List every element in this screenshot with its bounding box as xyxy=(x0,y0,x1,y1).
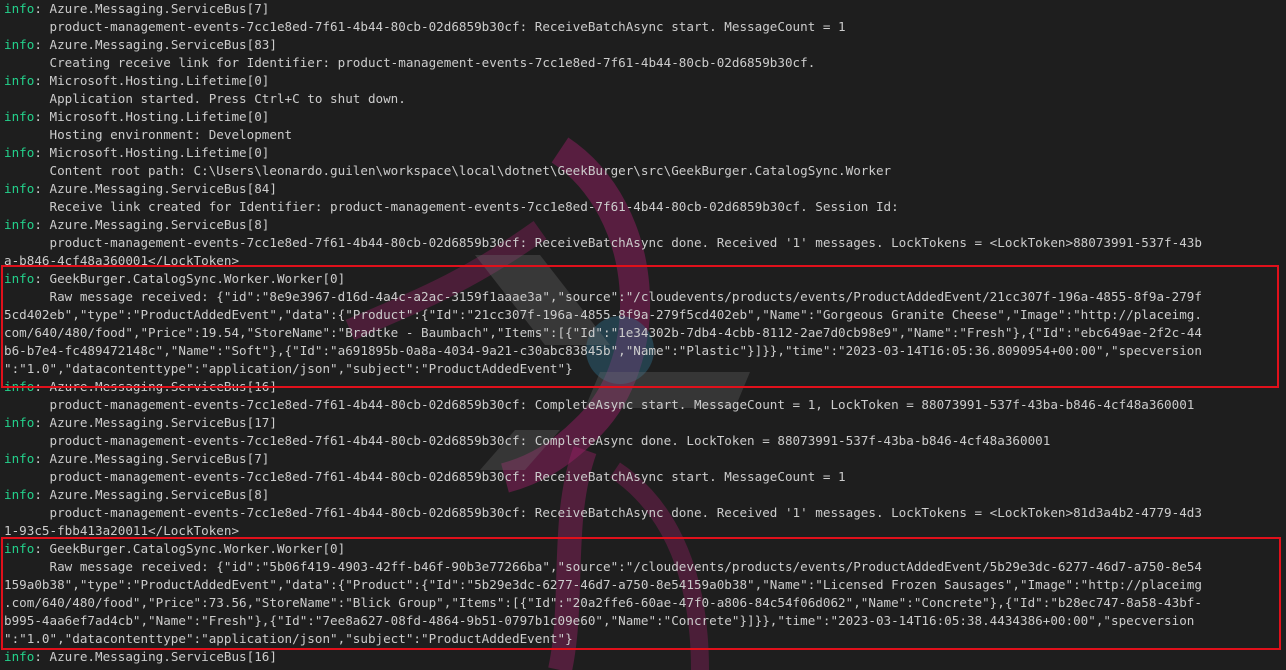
log-line: info: Azure.Messaging.ServiceBus[8] xyxy=(4,486,1286,504)
log-level-label: info xyxy=(4,37,35,52)
log-level-label: info xyxy=(4,73,35,88)
log-message-text: a-b846-4cf48a360001</LockToken> xyxy=(4,253,240,268)
log-message-text: Raw message received: {"id":"5b06f419-49… xyxy=(4,559,1202,574)
log-message-text: product-management-events-7cc1e8ed-7f61-… xyxy=(4,433,1051,448)
log-line: info: Azure.Messaging.ServiceBus[17] xyxy=(4,414,1286,432)
log-message-text: 1-93c5-fbb413a20011</LockToken> xyxy=(4,523,240,538)
log-level-label: info xyxy=(4,649,35,664)
log-line: product-management-events-7cc1e8ed-7f61-… xyxy=(4,234,1286,252)
log-message-text: : Azure.Messaging.ServiceBus[83] xyxy=(34,37,277,52)
log-line: Application started. Press Ctrl+C to shu… xyxy=(4,90,1286,108)
log-message-text: : Azure.Messaging.ServiceBus[16] xyxy=(34,379,277,394)
log-line: product-management-events-7cc1e8ed-7f61-… xyxy=(4,504,1286,522)
log-message-text: : Azure.Messaging.ServiceBus[8] xyxy=(34,217,270,232)
log-line: info: Azure.Messaging.ServiceBus[83] xyxy=(4,36,1286,54)
log-line: com/640/480/food","Price":19.54,"StoreNa… xyxy=(4,324,1286,342)
log-line: ":"1.0","datacontenttype":"application/j… xyxy=(4,360,1286,378)
log-line: Receive link created for Identifier: pro… xyxy=(4,198,1286,216)
log-line: product-management-events-7cc1e8ed-7f61-… xyxy=(4,468,1286,486)
log-line: Creating receive link for Identifier: pr… xyxy=(4,54,1286,72)
log-line: info: Microsoft.Hosting.Lifetime[0] xyxy=(4,72,1286,90)
log-message-text: .com/640/480/food","Price":73.56,"StoreN… xyxy=(4,595,1202,610)
log-message-text: : Azure.Messaging.ServiceBus[7] xyxy=(34,451,270,466)
log-level-label: info xyxy=(4,217,35,232)
log-line: info: Microsoft.Hosting.Lifetime[0] xyxy=(4,144,1286,162)
log-message-text: product-management-events-7cc1e8ed-7f61-… xyxy=(4,235,1202,250)
log-line: 5cd402eb","type":"ProductAddedEvent","da… xyxy=(4,306,1286,324)
log-message-text: : Microsoft.Hosting.Lifetime[0] xyxy=(34,145,270,160)
log-message-text: Content root path: C:\Users\leonardo.gui… xyxy=(4,163,892,178)
log-line: product-management-events-7cc1e8ed-7f61-… xyxy=(4,432,1286,450)
log-level-label: info xyxy=(4,181,35,196)
log-line: info: Microsoft.Hosting.Lifetime[0] xyxy=(4,108,1286,126)
log-message-text: product-management-events-7cc1e8ed-7f61-… xyxy=(4,397,1195,412)
log-line: info: Azure.Messaging.ServiceBus[7] xyxy=(4,0,1286,18)
log-message-text: Hosting environment: Development xyxy=(4,127,293,142)
log-line: info: Azure.Messaging.ServiceBus[16] xyxy=(4,648,1286,666)
log-line: a-b846-4cf48a360001</LockToken> xyxy=(4,252,1286,270)
log-level-label: info xyxy=(4,271,35,286)
log-message-text: : Microsoft.Hosting.Lifetime[0] xyxy=(34,109,270,124)
log-level-label: info xyxy=(4,379,35,394)
log-line: 159a0b38","type":"ProductAddedEvent","da… xyxy=(4,576,1286,594)
log-message-text: : Microsoft.Hosting.Lifetime[0] xyxy=(34,73,270,88)
log-line: .com/640/480/food","Price":73.56,"StoreN… xyxy=(4,594,1286,612)
log-message-text: Receive link created for Identifier: pro… xyxy=(4,199,899,214)
log-level-label: info xyxy=(4,145,35,160)
log-level-label: info xyxy=(4,415,35,430)
log-message-text: ":"1.0","datacontenttype":"application/j… xyxy=(4,631,573,646)
log-line: info: Azure.Messaging.ServiceBus[84] xyxy=(4,180,1286,198)
log-level-label: info xyxy=(4,1,35,16)
log-line: product-management-events-7cc1e8ed-7f61-… xyxy=(4,396,1286,414)
log-line: info: Azure.Messaging.ServiceBus[7] xyxy=(4,450,1286,468)
log-message-text: : GeekBurger.CatalogSync.Worker.Worker[0… xyxy=(34,271,346,286)
log-message-text: Creating receive link for Identifier: pr… xyxy=(4,55,816,70)
log-message-text: Raw message received: {"id":"8e9e3967-d1… xyxy=(4,289,1202,304)
log-line: Raw message received: {"id":"8e9e3967-d1… xyxy=(4,288,1286,306)
log-message-text: product-management-events-7cc1e8ed-7f61-… xyxy=(4,505,1202,520)
log-message-text: : Azure.Messaging.ServiceBus[8] xyxy=(34,487,270,502)
log-message-text: b6-b7e4-fc489472148c","Name":"Soft"},{"I… xyxy=(4,343,1202,358)
log-message-text: : GeekBurger.CatalogSync.Worker.Worker[0… xyxy=(34,541,346,556)
log-message-text: : Azure.Messaging.ServiceBus[17] xyxy=(34,415,277,430)
log-message-text: Application started. Press Ctrl+C to shu… xyxy=(4,91,406,106)
log-level-label: info xyxy=(4,109,35,124)
log-message-text: product-management-events-7cc1e8ed-7f61-… xyxy=(4,469,846,484)
log-message-text: : Azure.Messaging.ServiceBus[84] xyxy=(34,181,277,196)
log-message-text: ":"1.0","datacontenttype":"application/j… xyxy=(4,361,573,376)
log-line: Content root path: C:\Users\leonardo.gui… xyxy=(4,162,1286,180)
log-line: b995-4aa6ef7ad4cb","Name":"Fresh"},{"Id"… xyxy=(4,612,1286,630)
log-line: Raw message received: {"id":"5b06f419-49… xyxy=(4,558,1286,576)
log-line: ":"1.0","datacontenttype":"application/j… xyxy=(4,630,1286,648)
log-message-text: 5cd402eb","type":"ProductAddedEvent","da… xyxy=(4,307,1202,322)
log-line: info: Azure.Messaging.ServiceBus[8] xyxy=(4,216,1286,234)
log-line: info: GeekBurger.CatalogSync.Worker.Work… xyxy=(4,270,1286,288)
log-line: info: Azure.Messaging.ServiceBus[16] xyxy=(4,378,1286,396)
log-level-label: info xyxy=(4,487,35,502)
log-message-text: b995-4aa6ef7ad4cb","Name":"Fresh"},{"Id"… xyxy=(4,613,1195,628)
log-level-label: info xyxy=(4,541,35,556)
log-line: 1-93c5-fbb413a20011</LockToken> xyxy=(4,522,1286,540)
log-line: b6-b7e4-fc489472148c","Name":"Soft"},{"I… xyxy=(4,342,1286,360)
log-level-label: info xyxy=(4,451,35,466)
log-line: Hosting environment: Development xyxy=(4,126,1286,144)
terminal-output: info: Azure.Messaging.ServiceBus[7] prod… xyxy=(4,0,1286,666)
log-line: product-management-events-7cc1e8ed-7f61-… xyxy=(4,18,1286,36)
log-message-text: com/640/480/food","Price":19.54,"StoreNa… xyxy=(4,325,1202,340)
log-message-text: product-management-events-7cc1e8ed-7f61-… xyxy=(4,19,846,34)
log-message-text: 159a0b38","type":"ProductAddedEvent","da… xyxy=(4,577,1202,592)
log-message-text: : Azure.Messaging.ServiceBus[16] xyxy=(34,649,277,664)
log-message-text: : Azure.Messaging.ServiceBus[7] xyxy=(34,1,270,16)
log-line: info: GeekBurger.CatalogSync.Worker.Work… xyxy=(4,540,1286,558)
